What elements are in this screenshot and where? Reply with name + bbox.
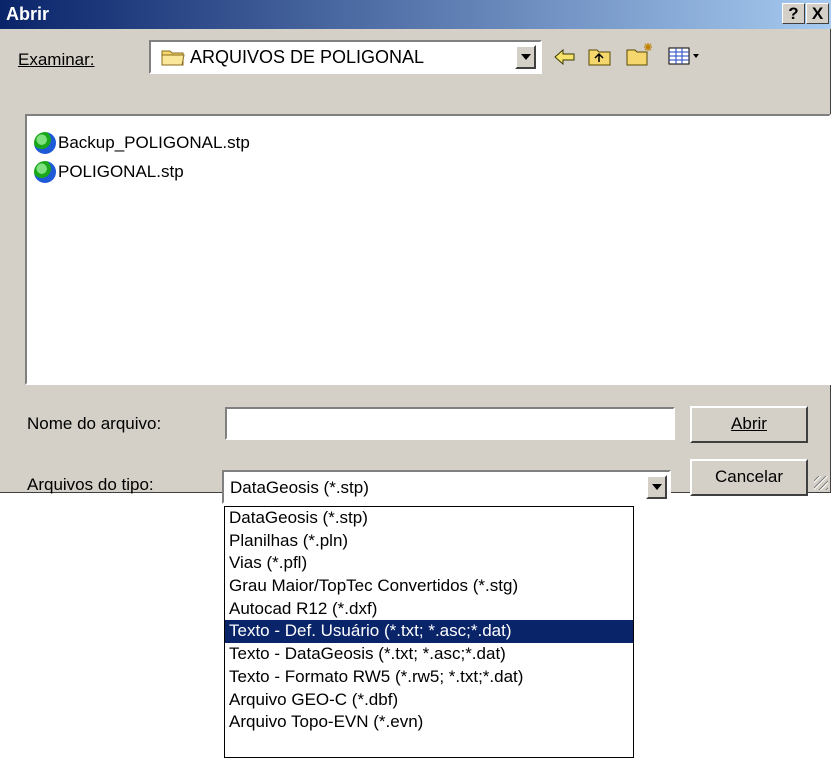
filename-input[interactable] [225, 407, 675, 440]
filetype-option-selected[interactable]: Texto - Def. Usuário (*.txt; *.asc;*.dat… [225, 620, 633, 644]
filetype-dropdown-arrow[interactable] [646, 475, 667, 499]
filetype-option[interactable]: Texto - Formato RW5 (*.rw5; *.txt;*.dat) [225, 666, 633, 689]
datageosis-file-icon [34, 161, 56, 183]
datageosis-file-icon [34, 132, 56, 154]
filetype-options-list[interactable]: DataGeosis (*.stp) Planilhas (*.pln) Via… [224, 506, 634, 758]
filetype-dropdown[interactable]: DataGeosis (*.stp) [222, 470, 671, 504]
view-menu-icon[interactable] [668, 46, 702, 66]
look-in-dropdown-arrow[interactable] [515, 45, 536, 69]
filetype-option[interactable]: DataGeosis (*.stp) [225, 507, 633, 530]
look-in-label: Examinar: [18, 50, 95, 69]
filetype-option[interactable]: Texto - DataGeosis (*.txt; *.asc;*.dat) [225, 643, 633, 666]
filetype-option[interactable]: Autocad R12 (*.dxf) [225, 598, 633, 621]
look-in-value: ARQUIVOS DE POLIGONAL [190, 47, 425, 67]
help-button[interactable]: ? [782, 3, 805, 24]
file-name: POLIGONAL.stp [58, 162, 184, 181]
close-button[interactable]: X [806, 3, 829, 24]
filetype-option[interactable]: Grau Maior/TopTec Convertidos (*.stg) [225, 575, 633, 598]
folder-icon [161, 50, 185, 66]
filetype-option[interactable]: Arquivo Topo-EVN (*.evn) [225, 711, 633, 734]
file-name: Backup_POLIGONAL.stp [58, 133, 250, 152]
cancel-button[interactable]: Cancelar [690, 459, 808, 496]
resize-grip[interactable] [814, 476, 828, 490]
list-item[interactable]: POLIGONAL.stp [34, 161, 184, 183]
list-item[interactable]: Backup_POLIGONAL.stp [34, 132, 250, 154]
title-bar[interactable]: Abrir ? X [0, 0, 831, 29]
file-list[interactable]: Backup_POLIGONAL.stp POLIGONAL.stp [25, 114, 831, 385]
filetype-value: DataGeosis (*.stp) [230, 478, 369, 497]
open-dialog: Abrir ? X Examinar: ARQUIVOS DE POLIGONA… [0, 0, 831, 504]
filetype-option[interactable]: Arquivo GEO-C (*.dbf) [225, 689, 633, 712]
up-folder-icon[interactable] [587, 45, 613, 67]
look-in-dropdown[interactable]: ARQUIVOS DE POLIGONAL [149, 40, 542, 74]
filename-label: Nome do arquivo: [27, 414, 162, 433]
open-button[interactable]: Abrir [690, 406, 808, 443]
new-folder-icon[interactable] [625, 41, 655, 67]
window-title: Abrir [6, 4, 50, 24]
filetype-label: Arquivos do tipo: [27, 475, 154, 494]
filetype-option[interactable]: Planilhas (*.pln) [225, 530, 633, 553]
filetype-option[interactable]: Vias (*.pfl) [225, 552, 633, 575]
back-arrow-icon[interactable] [553, 48, 577, 66]
